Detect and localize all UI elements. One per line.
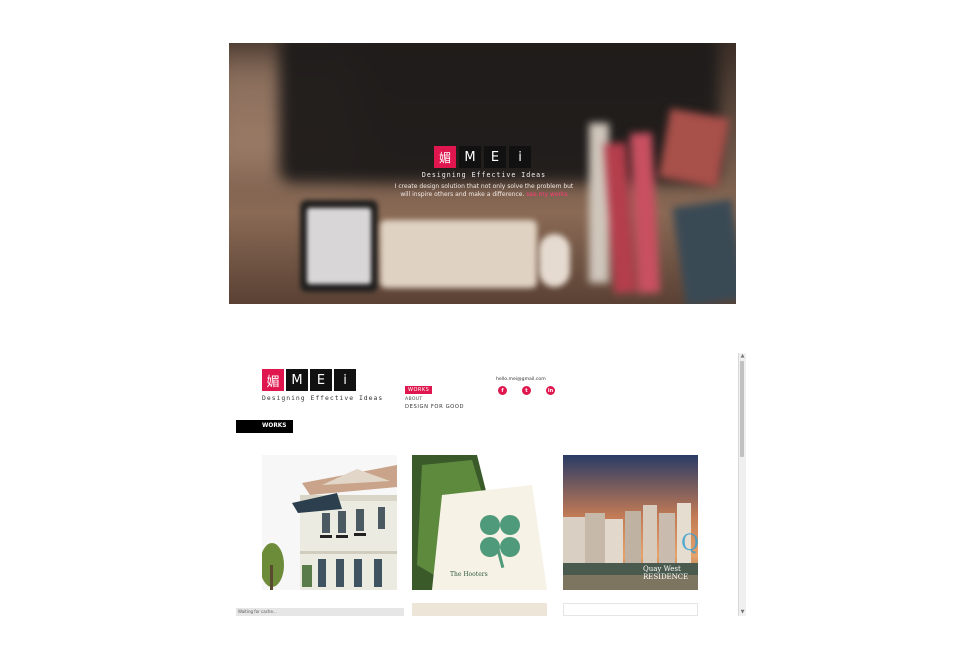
linkedin-icon[interactable]: in xyxy=(546,386,555,395)
social-links: f t in xyxy=(498,386,555,395)
see-works-link[interactable]: see my works xyxy=(526,191,567,198)
site-logo[interactable]: 媚 M E i Designing Effective Ideas xyxy=(262,369,383,402)
scroll-down-icon[interactable]: ▼ xyxy=(740,610,745,615)
building-illustration xyxy=(262,455,397,590)
work-tile-heritage-building[interactable] xyxy=(262,455,397,590)
main-nav: WORKS ABOUT DESIGN FOR GOOD xyxy=(405,376,464,410)
work-tile-next-1[interactable] xyxy=(412,603,547,616)
hooters-branding-illustration xyxy=(412,455,547,590)
tile-caption-quay-west: Quay West RESIDENCE xyxy=(643,565,689,581)
hero-banner: 媚 M E i Designing Effective Ideas I crea… xyxy=(229,43,736,304)
hero-description: I create design solution that not only s… xyxy=(379,183,589,199)
work-tile-quay-west[interactable]: Q Quay West RESIDENCE xyxy=(563,455,698,590)
logo-cell: i xyxy=(334,369,356,391)
nav-item-about[interactable]: ABOUT xyxy=(405,397,464,402)
logo-cell: M xyxy=(459,146,481,168)
svg-text:Q: Q xyxy=(681,531,698,556)
contact-email[interactable]: hello.mei@gmail.com xyxy=(496,377,555,382)
hero-content: 媚 M E i Designing Effective Ideas I crea… xyxy=(379,146,589,199)
contact-block: hello.mei@gmail.com f t in xyxy=(496,377,555,395)
keyboard-blur xyxy=(380,220,537,288)
logo-cell: E xyxy=(310,369,332,391)
scroll-up-icon[interactable]: ▲ xyxy=(740,354,745,359)
logo-cell: i xyxy=(509,146,531,168)
browser-status-bar: Waiting for cache... xyxy=(236,608,404,616)
hero-description-line1: I create design solution that not only s… xyxy=(394,183,574,190)
hero-logo: 媚 M E i xyxy=(379,146,589,168)
nav-item-design-for-good[interactable]: DESIGN FOR GOOD xyxy=(405,404,464,410)
nav-item-works[interactable]: WORKS xyxy=(405,386,433,394)
mouse-blur xyxy=(539,234,570,287)
facebook-icon[interactable]: f xyxy=(498,386,507,395)
scroll-thumb[interactable] xyxy=(740,361,744,457)
twitter-icon[interactable]: t xyxy=(522,386,531,395)
hero-tagline: Designing Effective Ideas xyxy=(421,171,547,179)
logo-cell: M xyxy=(286,369,308,391)
site-tagline: Designing Effective Ideas xyxy=(262,394,384,402)
logo-cell: 媚 xyxy=(434,146,456,168)
vertical-scrollbar[interactable]: ▲ ▼ xyxy=(738,353,746,616)
work-tile-next-2[interactable] xyxy=(563,603,698,616)
books-blur xyxy=(589,108,736,304)
hero-description-line2: will inspire others and make a differenc… xyxy=(400,191,568,198)
logo-cell: 媚 xyxy=(262,369,284,391)
tile-caption-hooters: The Hooters xyxy=(450,571,488,578)
tablet-screen-blur xyxy=(307,208,371,284)
work-tile-the-hooters[interactable]: The Hooters xyxy=(412,455,547,590)
section-title-works: WORKS xyxy=(236,420,293,433)
logo-cell: E xyxy=(484,146,506,168)
